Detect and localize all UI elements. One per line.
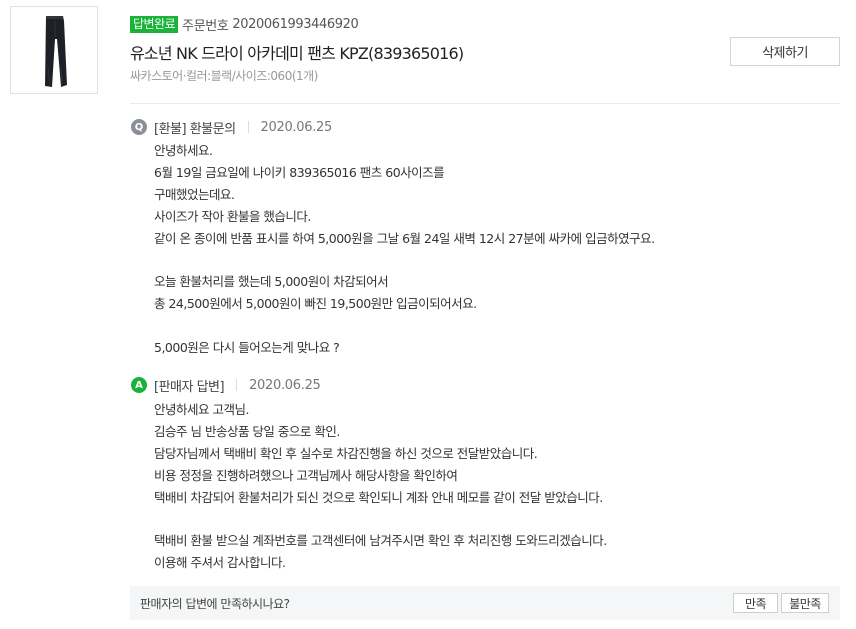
question-date: 2020.06.25 <box>260 119 333 135</box>
pants-image <box>45 16 67 87</box>
unsatisfied-button[interactable]: 불만족 <box>781 593 829 613</box>
question-line: 사이즈가 작아 환불을 했습니다. <box>154 208 311 224</box>
question-line: 구매했었는데요. <box>154 186 235 202</box>
question-line <box>154 249 655 271</box>
divider <box>130 103 840 104</box>
answer-header: A [판매자 답변] 2020.06.25 <box>131 376 321 395</box>
answer-line <box>154 508 607 530</box>
answer-date: 2020.06.25 <box>249 377 321 393</box>
question-category: [환불] 환불문의 <box>154 121 236 137</box>
question-line: 총 24,500원에서 5,000원이 빠진 19,500원만 입금이되어서요. <box>154 296 477 312</box>
question-line: 6월 19일 금요일에 나이키 839365016 팬츠 60사이즈를 <box>154 164 445 180</box>
order-status-line: 답변완료 주문번호 2020061993446920 <box>130 16 359 34</box>
product-thumbnail[interactable] <box>10 6 98 94</box>
question-header: Q [환불] 환불문의 2020.06.25 <box>131 118 333 137</box>
question-icon: Q <box>131 119 147 135</box>
question-line: 안녕하세요. <box>154 143 213 158</box>
question-line: 같이 온 종이에 반품 표시를 하여 5,000원을 그날 6월 24일 새벽 … <box>154 230 655 246</box>
answer-line: 택배비 환불 받으실 계좌번호를 고객센터에 남겨주시면 확인 후 처리진행 도… <box>154 533 607 549</box>
question-body: 안녕하세요. 6월 19일 금요일에 나이키 839365016 팬츠 60사이… <box>154 140 655 359</box>
status-badge: 답변완료 <box>130 16 179 33</box>
satisfaction-survey: 판매자의 답변에 만족하시나요? 만족 불만족 <box>130 586 840 620</box>
answer-line: 이용해 주셔서 감사합니다. <box>154 555 286 571</box>
order-number: 2020061993446920 <box>232 17 359 32</box>
answer-line: 택배비 차감되어 환불처리가 되신 것으로 확인되니 계좌 안내 메모를 같이 … <box>154 489 603 505</box>
answer-label: [판매자 답변] <box>154 379 225 395</box>
answer-line: 비용 정정을 진행하려했으나 고객님께사 해당사항을 확인하여 <box>154 467 458 483</box>
header-separator <box>236 379 238 391</box>
question-line <box>154 315 655 337</box>
answer-line: 안녕하세요 고객님. <box>154 402 249 417</box>
answer-line: 김승주 님 반송상품 당일 중으로 확인. <box>154 423 340 439</box>
product-option: 싸카스토어·컬러:블랙/사이즈:060(1개) <box>130 69 318 83</box>
answer-icon: A <box>131 377 147 393</box>
question-line: 5,000원은 다시 들어오는게 맞나요 ? <box>154 340 340 356</box>
delete-button[interactable]: 삭제하기 <box>730 37 840 66</box>
product-title[interactable]: 유소년 NK 드라이 아카데미 팬츠 KPZ(839365016) <box>130 40 464 64</box>
order-number-label: 주문번호 <box>182 19 229 34</box>
survey-question: 판매자의 답변에 만족하시나요? <box>140 597 290 611</box>
answer-body: 안녕하세요 고객님. 김승주 님 반송상품 당일 중으로 확인. 담당자님께서 … <box>154 399 607 574</box>
question-line: 오늘 환불처리를 했는데 5,000원이 차감되어서 <box>154 274 389 290</box>
answer-line: 담당자님께서 택배비 확인 후 실수로 차감진행을 하신 것으로 전달받았습니다… <box>154 445 538 461</box>
satisfied-button[interactable]: 만족 <box>733 593 778 613</box>
header-separator <box>247 121 249 133</box>
